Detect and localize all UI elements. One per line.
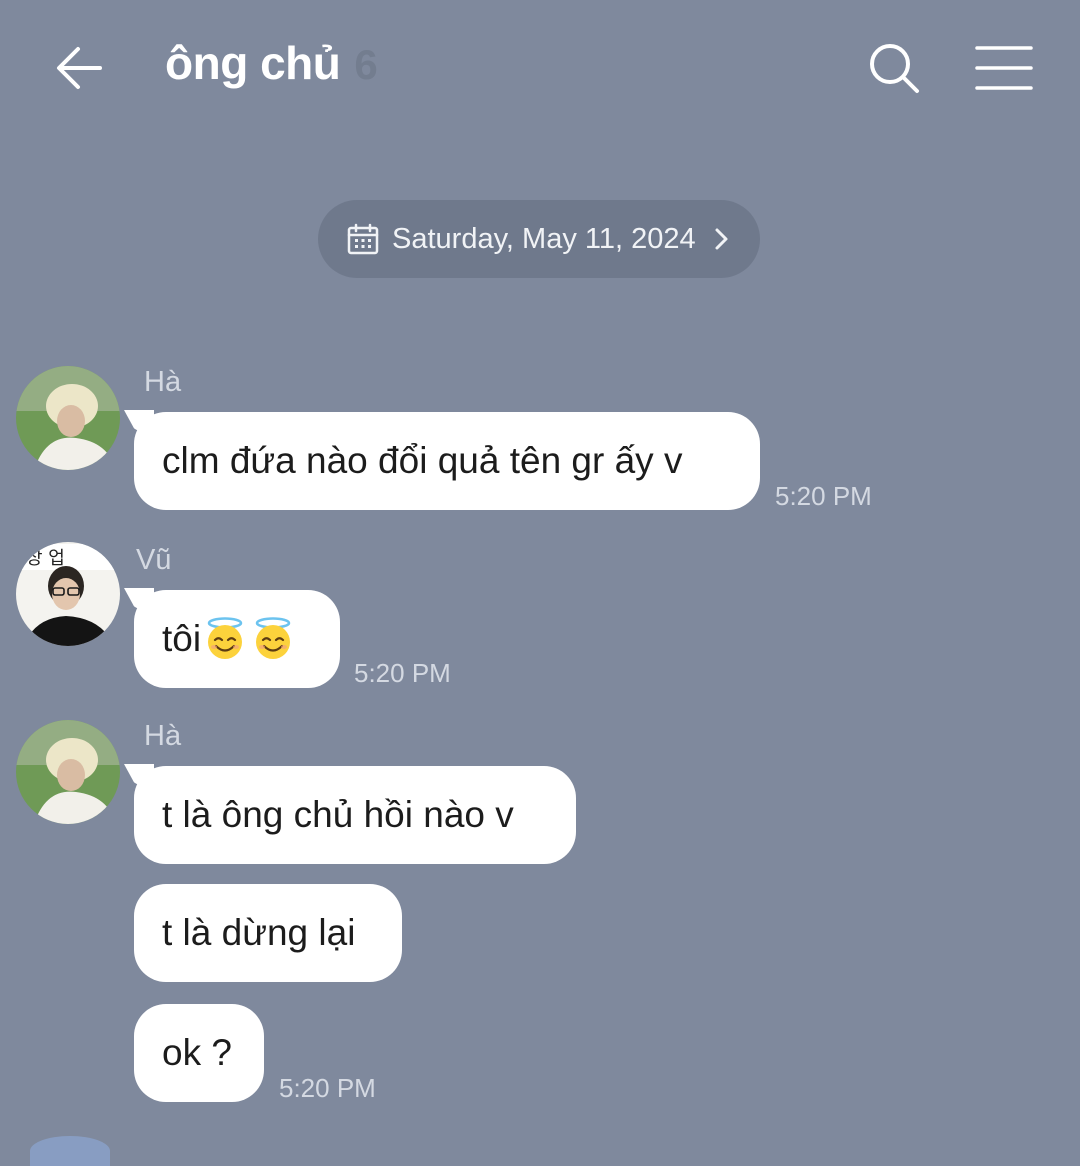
- message-text: t là dừng lại: [162, 912, 356, 953]
- avatar-partial: [30, 1136, 110, 1166]
- back-button[interactable]: [50, 38, 110, 98]
- sender-name: Hà: [144, 366, 182, 398]
- message-time: 5:20 PM: [775, 481, 872, 511]
- menu-button[interactable]: [972, 38, 1036, 98]
- user-avatar-photo: [16, 366, 120, 470]
- message-text: tôi: [162, 618, 202, 659]
- user-avatar-photo: [16, 720, 120, 824]
- message-text: clm đứa nào đổi quả tên gr ấy v: [162, 440, 683, 481]
- avatar[interactable]: [16, 366, 120, 470]
- smiling-face-with-halo-icon: [255, 617, 291, 659]
- smiling-face-with-halo-icon: [207, 617, 243, 659]
- svg-text:상 업: 상 업: [26, 548, 65, 569]
- message-bubble[interactable]: tôi: [134, 590, 340, 688]
- avatar[interactable]: [16, 720, 120, 824]
- message-bubble[interactable]: clm đứa nào đổi quả tên gr ấy v: [134, 412, 760, 510]
- sender-name: Vũ: [136, 544, 172, 576]
- date-label: Saturday, May 11, 2024: [392, 222, 696, 255]
- message-bubble[interactable]: t là dừng lại: [134, 884, 402, 982]
- chat-title-group[interactable]: ông chủ 6: [165, 36, 378, 100]
- emoji-group: [203, 617, 295, 661]
- message-time: 5:20 PM: [354, 658, 451, 688]
- search-button[interactable]: [864, 38, 924, 98]
- avatar[interactable]: 상 업: [16, 542, 120, 646]
- sender-name: Hà: [144, 720, 182, 752]
- search-icon: [870, 44, 919, 93]
- hamburger-menu-icon: [975, 46, 1033, 90]
- chat-header: ông chủ 6: [0, 0, 1080, 135]
- date-divider[interactable]: Saturday, May 11, 2024: [318, 200, 760, 278]
- message-text: ok ?: [162, 1032, 232, 1073]
- calendar-icon: [347, 223, 379, 255]
- message-text: t là ông chủ hồi nào v: [162, 794, 514, 835]
- arrow-left-icon: [57, 47, 102, 89]
- message-bubble[interactable]: t là ông chủ hồi nào v: [134, 766, 576, 864]
- chevron-right-icon: [715, 228, 728, 250]
- member-count: 6: [354, 41, 378, 88]
- message-bubble[interactable]: ok ?: [134, 1004, 264, 1102]
- message-time: 5:20 PM: [279, 1073, 376, 1103]
- chat-title: ông chủ: [165, 37, 341, 89]
- user-avatar-photo: 상 업: [16, 542, 120, 646]
